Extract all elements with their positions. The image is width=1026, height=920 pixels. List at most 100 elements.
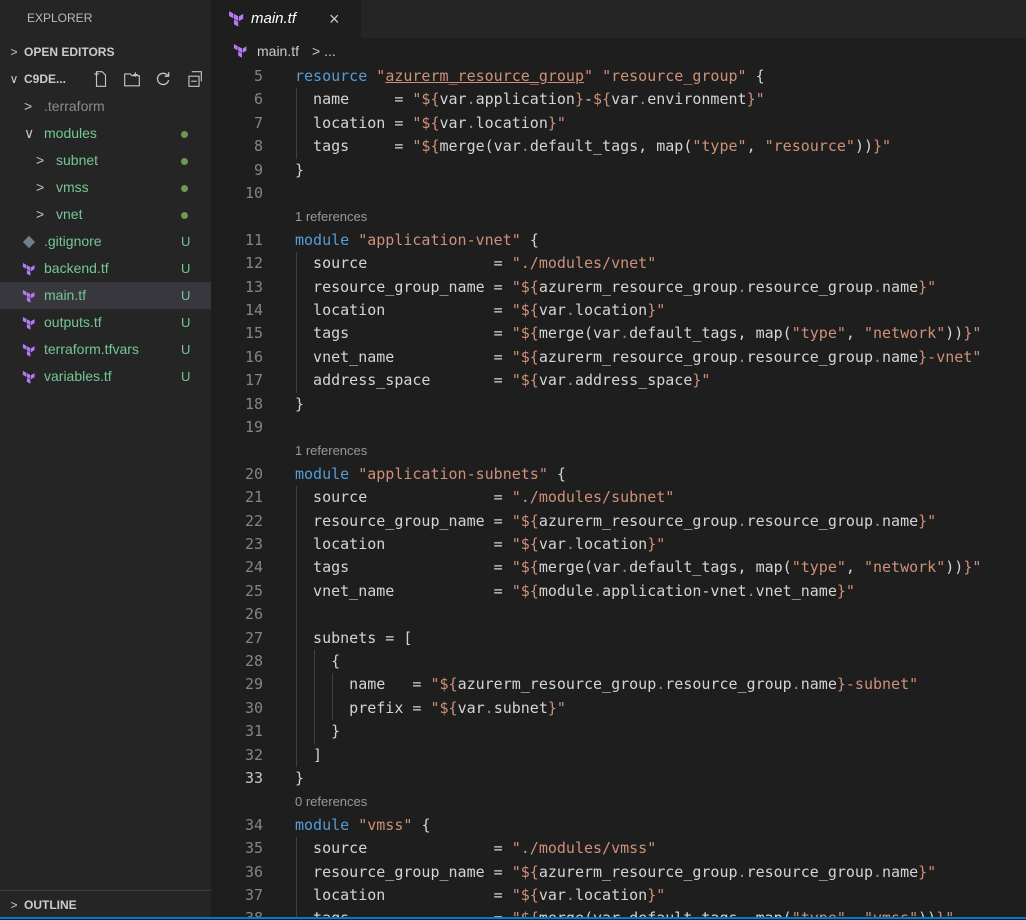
tree-item-terraform-tfvars[interactable]: terraform.tfvars U [0, 336, 211, 363]
indent-guide [314, 650, 316, 744]
code-text: location = "${var.location}" [295, 535, 666, 553]
tree-item-main-tf[interactable]: main.tf U [0, 282, 211, 309]
line-number: 35 [244, 839, 263, 858]
line-number: 33 [244, 769, 263, 787]
code-text: resource_group_name = "${azurerm_resourc… [295, 511, 937, 530]
outline-header[interactable]: > OUTLINE [0, 890, 211, 920]
codelens-references[interactable]: 1 references [211, 439, 1026, 462]
editor-tab-bar: main.tf × [211, 0, 1026, 38]
tree-item-label: .terraform [44, 98, 105, 114]
chevron-right-icon: > [10, 898, 18, 912]
code-line: 12 source = "./modules/vnet" [211, 252, 1026, 275]
refresh-icon[interactable] [154, 70, 172, 88]
code-line: 8 tags = "${merge(var.default_tags, map(… [211, 135, 1026, 158]
indent-guide [332, 673, 334, 721]
open-editors-header[interactable]: > OPEN EDITORS [0, 39, 211, 65]
terraform-icon [22, 343, 35, 357]
code-editor[interactable]: 5 resource "azurerm_resource_group" "reso… [211, 65, 1026, 919]
tree-item-variables-tf[interactable]: variables.tf U [0, 363, 211, 390]
line-number: 13 [244, 277, 263, 296]
chevron-right-icon: > [36, 179, 45, 195]
code-line: 5 resource "azurerm_resource_group" "reso… [211, 65, 1026, 88]
collapse-all-icon[interactable] [185, 70, 203, 88]
modified-dot-icon [181, 158, 188, 165]
indent-guide [296, 837, 297, 919]
tree-item-modules[interactable]: ∨ modules [0, 120, 211, 147]
new-folder-icon[interactable] [123, 70, 141, 88]
git-status-badge: U [181, 369, 191, 384]
line-number: 37 [244, 886, 263, 904]
tree-item-label: subnet [56, 152, 99, 168]
code-line: 22 resource_group_name = "${azurerm_reso… [211, 510, 1026, 533]
code-text: } [331, 722, 341, 741]
codelens-references[interactable]: 0 references [211, 790, 1026, 813]
workspace-label: C9DE... [24, 72, 67, 86]
line-number: 19 [244, 418, 263, 436]
line-number: 25 [244, 581, 263, 600]
tree-item-gitignore[interactable]: .gitignore U [0, 228, 211, 255]
code-line: 25 vnet_name = "${module.application-vne… [211, 580, 1026, 603]
code-line: 20 module "application-subnets" { [211, 463, 1026, 486]
code-line: 6 name = "${var.application}-${var.envir… [211, 88, 1026, 111]
terraform-icon [22, 370, 35, 384]
line-number: 12 [244, 254, 263, 273]
git-status-badge: U [181, 261, 191, 276]
terraform-icon [233, 43, 247, 58]
code-line: 24 tags = "${merge(var.default_tags, map… [211, 556, 1026, 579]
new-file-icon[interactable] [92, 70, 110, 88]
codelens-label[interactable]: 0 references [295, 790, 367, 813]
chevron-down-icon: ∨ [24, 125, 35, 141]
tree-item-terraform[interactable]: > .terraform [0, 93, 211, 120]
tree-item-subnet[interactable]: > subnet [0, 147, 211, 174]
tree-item-vmss[interactable]: > vmss [0, 174, 211, 201]
code-line: 7 location = "${var.location}" [211, 112, 1026, 135]
terraform-icon [229, 11, 244, 27]
code-line: 37 location = "${var.location}" [211, 884, 1026, 907]
code-text: source = "./modules/vmss" [295, 839, 657, 858]
code-line: 34 module "vmss" { [211, 814, 1026, 837]
line-number: 17 [244, 371, 263, 390]
code-text: location = "${var.location}" [295, 301, 666, 319]
git-status-badge: U [181, 342, 191, 357]
tree-item-backend-tf[interactable]: backend.tf U [0, 255, 211, 282]
codelens-references[interactable]: 1 references [211, 205, 1026, 228]
tree-item-outputs-tf[interactable]: outputs.tf U [0, 309, 211, 336]
code-text: tags = "${merge(var.default_tags, map("t… [295, 137, 892, 156]
line-number: 27 [244, 628, 263, 647]
code-line: 26 [211, 603, 1026, 626]
tab-main-tf[interactable]: main.tf × [211, 0, 361, 38]
tree-item-label: main.tf [44, 287, 87, 303]
indent-guide [296, 252, 297, 393]
git-status-badge: U [181, 288, 191, 303]
code-line: 9} [211, 159, 1026, 182]
code-text: subnets = [ [295, 628, 413, 647]
codelens-label[interactable]: 1 references [295, 205, 367, 228]
codelens-label[interactable]: 1 references [295, 439, 367, 462]
line-number: 36 [244, 862, 263, 881]
modified-dot-icon [181, 131, 188, 138]
tree-item-vnet[interactable]: > vnet [0, 201, 211, 228]
code-text: } [295, 160, 305, 179]
code-text: resource_group_name = "${azurerm_resourc… [295, 277, 937, 296]
line-number: 8 [253, 137, 263, 156]
code-line: 16 vnet_name = "${azurerm_resource_group… [211, 346, 1026, 369]
chevron-right-icon: > [36, 152, 45, 168]
breadcrumb-symbols[interactable]: > ... [312, 38, 336, 65]
code-text: module "application-subnets" { [295, 464, 566, 483]
tree-item-label: terraform.tfvars [44, 341, 139, 357]
close-icon[interactable]: × [329, 0, 340, 38]
line-number: 31 [244, 722, 263, 741]
code-text: location = "${var.location}" [295, 886, 666, 904]
breadcrumb-file[interactable]: main.tf [257, 38, 299, 65]
git-file-icon [22, 235, 36, 249]
indent-guide [296, 88, 297, 159]
open-editors-label: OPEN EDITORS [24, 45, 115, 59]
code-text: module "application-vnet" { [295, 230, 539, 249]
workspace-header[interactable]: ∨ C9DE... [0, 66, 211, 92]
code-line: 17 address_space = "${var.address_space}… [211, 369, 1026, 392]
explorer-title: EXPLORER [27, 11, 93, 25]
workspace-actions [92, 66, 203, 92]
code-text: ] [295, 745, 323, 764]
tab-label: main.tf [251, 10, 297, 27]
terraform-icon [22, 316, 35, 330]
